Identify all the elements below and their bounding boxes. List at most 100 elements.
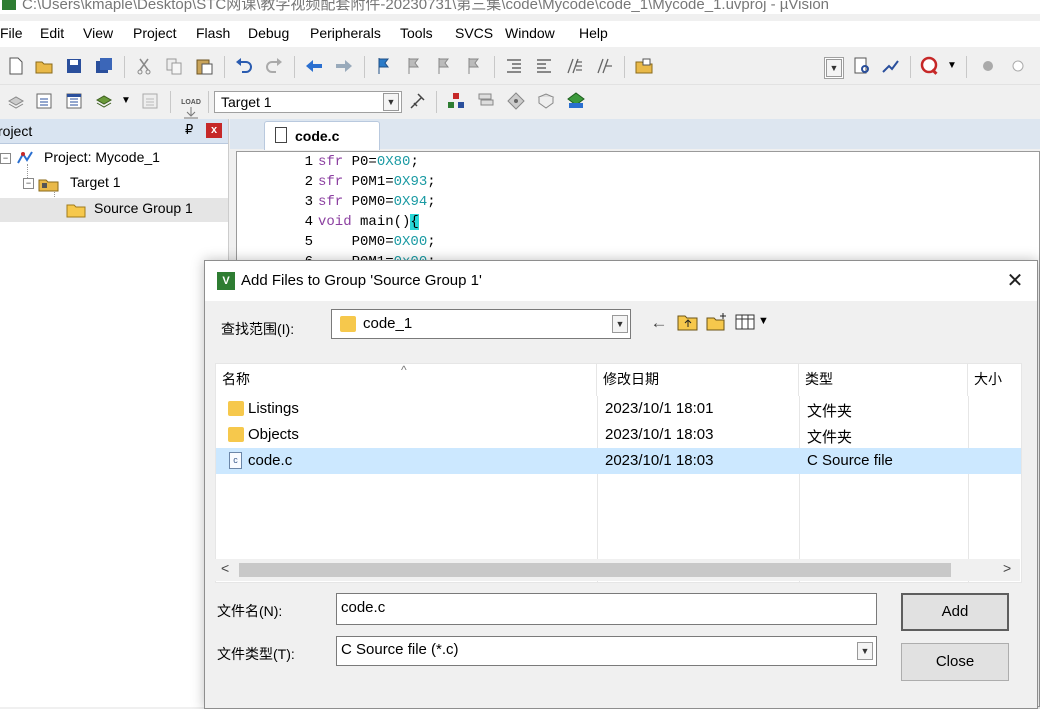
folder-icon (228, 427, 244, 442)
save-icon[interactable] (64, 56, 84, 76)
filename-field[interactable]: code.c (336, 593, 877, 625)
column-header-size[interactable]: 大小 (968, 364, 1021, 396)
chevron-down-icon[interactable]: ▼ (857, 642, 873, 660)
column-header-type[interactable]: 类型 (799, 364, 968, 396)
bookmark-insert-icon[interactable] (374, 56, 394, 76)
menu-tools[interactable]: Tools (400, 25, 433, 41)
build-icon[interactable] (34, 91, 54, 111)
column-header-name[interactable]: 名称 ^ (216, 363, 597, 396)
horizontal-scrollbar[interactable]: < > (215, 559, 1020, 581)
tree-group-label: Source Group 1 (94, 200, 193, 216)
close-button[interactable]: Close (901, 643, 1009, 681)
chevron-down-icon[interactable]: ▼ (826, 59, 842, 77)
view-dropdown-icon[interactable]: ▼ (758, 315, 769, 327)
uvision-icon: V (217, 272, 235, 290)
filename-value: code.c (341, 599, 386, 616)
menu-project[interactable]: Project (133, 25, 177, 41)
menu-svcs[interactable]: SVCS (455, 25, 493, 41)
manage-rte-icon[interactable] (506, 91, 526, 111)
view-menu-icon[interactable] (735, 312, 757, 332)
up-folder-icon[interactable] (677, 312, 699, 332)
indent-icon[interactable] (504, 56, 524, 76)
filename-label: 文件名(N): (217, 603, 283, 619)
bookmark-next-icon[interactable] (434, 56, 454, 76)
column-header-date[interactable]: 修改日期 (597, 364, 799, 396)
manage-project-items-icon[interactable] (446, 91, 466, 111)
scroll-left-icon[interactable]: < (221, 560, 229, 576)
tab-label: code.c (295, 128, 340, 144)
file-date: 2023/10/1 18:03 (605, 426, 714, 443)
menu-file[interactable]: File (0, 25, 23, 41)
line-number: 2 (304, 174, 313, 190)
navigate-back-icon[interactable] (304, 56, 324, 76)
chevron-down-icon[interactable]: ▼ (383, 93, 399, 111)
file-type: 文件夹 (807, 403, 853, 420)
bookmark-prev-icon[interactable] (404, 56, 424, 76)
uncomment-icon[interactable] (594, 56, 614, 76)
comment-icon[interactable] (564, 56, 584, 76)
scrollbar-thumb[interactable] (239, 563, 951, 577)
copy-icon[interactable] (164, 56, 184, 76)
debug-dropdown-icon[interactable]: ▼ (947, 60, 957, 71)
breakpoint-disabled-icon[interactable] (1008, 56, 1028, 76)
menu-peripherals[interactable]: Peripherals (310, 25, 381, 41)
open-folder-icon[interactable] (34, 56, 54, 76)
software-packs-icon[interactable] (566, 91, 586, 111)
redo-icon[interactable] (264, 56, 284, 76)
select-packs-icon[interactable] (476, 91, 496, 111)
cut-icon[interactable] (134, 56, 154, 76)
back-arrow-icon[interactable]: ← (649, 313, 669, 333)
dialog-title: Add Files to Group 'Source Group 1' (241, 272, 482, 289)
batch-dropdown-icon[interactable]: ▼ (121, 95, 131, 106)
bookmark-clear-icon[interactable] (464, 56, 484, 76)
rebuild-icon[interactable] (64, 91, 84, 111)
menu-view[interactable]: View (83, 25, 113, 41)
translate-icon[interactable] (6, 91, 26, 111)
list-item[interactable]: Objects 2023/10/1 18:03 文件夹 (216, 422, 1021, 448)
find-in-files-icon[interactable] (634, 56, 654, 76)
pin-icon[interactable]: ₽ (185, 122, 193, 138)
debug-session-icon[interactable] (920, 56, 940, 76)
close-icon[interactable]: ✕ (1001, 267, 1029, 295)
look-in-select[interactable]: code_1 ▼ (331, 309, 631, 339)
paste-icon[interactable] (194, 56, 214, 76)
tab-code-c[interactable]: code.c (264, 121, 380, 150)
new-folder-icon[interactable] (706, 312, 728, 332)
target-select-value: Target 1 (221, 94, 272, 110)
tree-project-label: Project: Mycode_1 (44, 149, 160, 165)
target-select[interactable]: Target 1 ▼ (214, 91, 402, 113)
filetype-select[interactable]: C Source file (*.c) ▼ (336, 636, 877, 666)
find-icon[interactable] (852, 56, 872, 76)
add-button[interactable]: Add (901, 593, 1009, 631)
collapse-icon[interactable]: − (23, 178, 34, 189)
code-line: sfr P0M0=0X94; (318, 194, 436, 210)
chevron-down-icon[interactable]: ▼ (612, 315, 628, 333)
close-panel-icon[interactable]: x (206, 123, 222, 138)
pack-installer-icon[interactable] (536, 91, 556, 111)
line-number: 5 (304, 234, 313, 250)
look-in-value: code_1 (363, 315, 413, 332)
save-all-icon[interactable] (94, 56, 114, 76)
menu-flash[interactable]: Flash (196, 25, 230, 41)
unindent-icon[interactable] (534, 56, 554, 76)
target-options-icon[interactable] (408, 91, 428, 111)
menu-debug[interactable]: Debug (248, 25, 289, 41)
list-item[interactable]: Listings 2023/10/1 18:01 文件夹 (216, 396, 1021, 422)
tree-source-group-node[interactable]: Source Group 1 (0, 198, 228, 222)
scroll-right-icon[interactable]: > (1003, 560, 1011, 576)
menu-help[interactable]: Help (579, 25, 608, 41)
navigate-forward-icon[interactable] (334, 56, 354, 76)
add-files-dialog: V Add Files to Group 'Source Group 1' ✕ … (204, 260, 1038, 709)
stop-build-icon[interactable] (140, 91, 160, 111)
undo-icon[interactable] (234, 56, 254, 76)
download-load-icon[interactable]: LOAD (180, 91, 202, 119)
new-file-icon[interactable] (6, 56, 26, 76)
menu-window[interactable]: Window (505, 25, 555, 41)
breakpoint-icon[interactable] (978, 56, 998, 76)
incremental-find-icon[interactable] (880, 56, 900, 76)
collapse-icon[interactable]: − (0, 153, 11, 164)
list-item-selected[interactable]: c code.c 2023/10/1 18:03 C Source file (216, 448, 1021, 474)
menu-edit[interactable]: Edit (40, 25, 64, 41)
batch-build-icon[interactable] (94, 91, 114, 111)
project-panel: roject ₽ x − Project: Mycode_1 − Target … (0, 119, 229, 707)
